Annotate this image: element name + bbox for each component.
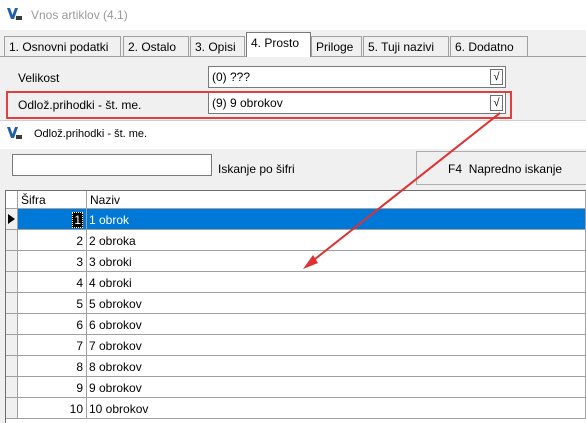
cell-sifra[interactable]: 10: [18, 398, 87, 419]
odloz-combo[interactable]: (9) 9 obrokov √: [208, 92, 506, 114]
cell-sifra[interactable]: 1: [18, 209, 87, 230]
cell-naziv[interactable]: 6 obrokov: [87, 314, 586, 335]
tab-tuji-nazivi[interactable]: 5. Tuji nazivi: [363, 36, 449, 56]
cell-sifra[interactable]: 4: [18, 272, 87, 293]
cell-sifra[interactable]: 8: [18, 356, 87, 377]
row-indicator: [6, 272, 18, 293]
tab-opisi[interactable]: 3. Opisi: [190, 36, 245, 56]
table-row[interactable]: 10 10 obrokov: [6, 398, 586, 419]
cell-naziv[interactable]: 9 obrokov: [87, 377, 586, 398]
cell-sifra-text: 7: [76, 339, 83, 353]
advanced-search-key: F4: [448, 162, 463, 176]
odloz-label: Odlož.prihodki - št. me.: [18, 98, 142, 112]
cell-sifra-text: 10: [69, 402, 83, 416]
checkmark-icon[interactable]: √: [490, 95, 503, 111]
cell-naziv[interactable]: 7 obrokov: [87, 335, 586, 356]
cell-sifra[interactable]: 3: [18, 251, 87, 272]
table-row[interactable]: 7 7 obrokov: [6, 335, 586, 356]
row-indicator: [6, 356, 18, 377]
lookup-title: Odlož.prihodki - št. me.: [34, 128, 148, 140]
velikost-label: Velikost: [18, 71, 60, 85]
cell-naziv[interactable]: 1 obrok: [87, 209, 586, 230]
cell-naziv[interactable]: 2 obroka: [87, 230, 586, 251]
cell-sifra-text: 6: [76, 318, 83, 332]
grid-indicator-header: [6, 191, 18, 209]
row-indicator: [6, 314, 18, 335]
row-indicator: [6, 398, 18, 419]
table-row[interactable]: 3 3 obroki: [6, 251, 586, 272]
row-indicator: [6, 377, 18, 398]
tab-priloge[interactable]: Priloge: [311, 36, 362, 56]
cell-naziv[interactable]: 8 obrokov: [87, 356, 586, 377]
row-indicator: [6, 251, 18, 272]
cell-naziv[interactable]: 5 obrokov: [87, 293, 586, 314]
cell-naziv[interactable]: 10 obrokov: [87, 398, 586, 419]
advanced-search-label: F4 Napredno iskanje: [448, 162, 562, 176]
table-row[interactable]: 9 9 obrokov: [6, 377, 586, 398]
cell-sifra-text: 1: [72, 212, 83, 228]
velikost-value: (0) ???: [212, 70, 251, 84]
table-row[interactable]: 6 6 obrokov: [6, 314, 586, 335]
cell-sifra[interactable]: 7: [18, 335, 87, 356]
row-pointer-icon: [6, 209, 18, 230]
row-indicator: [6, 230, 18, 251]
tab-osnovni-podatki[interactable]: 1. Osnovni podatki: [4, 36, 121, 56]
cell-sifra[interactable]: 9: [18, 377, 87, 398]
cell-sifra-text: 3: [76, 255, 83, 269]
cell-sifra-text: 5: [76, 297, 83, 311]
cell-sifra-text: 2: [76, 234, 83, 248]
cell-sifra-text: 9: [76, 381, 83, 395]
tab-ostalo[interactable]: 2. Ostalo: [123, 36, 189, 56]
checkmark-icon[interactable]: √: [490, 69, 503, 85]
app-logo-icon: [7, 127, 22, 139]
table-row[interactable]: 4 4 obroki: [6, 272, 586, 293]
cell-sifra[interactable]: 2: [18, 230, 87, 251]
cell-sifra[interactable]: 6: [18, 314, 87, 335]
cell-naziv[interactable]: 4 obroki: [87, 272, 586, 293]
search-input[interactable]: [12, 154, 212, 176]
column-header-sifra[interactable]: Šifra: [18, 191, 87, 209]
table-row[interactable]: 5 5 obrokov: [6, 293, 586, 314]
row-indicator: [6, 293, 18, 314]
search-label: Iskanje po šifri: [218, 162, 295, 176]
tab-prosto[interactable]: 4. Prosto: [246, 32, 311, 57]
cell-sifra-text: 8: [76, 360, 83, 374]
cell-sifra[interactable]: 5: [18, 293, 87, 314]
cell-naziv[interactable]: 3 obroki: [87, 251, 586, 272]
table-row[interactable]: 11 obrok: [6, 209, 586, 230]
cell-sifra-text: 4: [76, 276, 83, 290]
odloz-value: (9) 9 obrokov: [212, 96, 283, 110]
column-header-naziv[interactable]: Naziv: [87, 191, 586, 209]
table-row[interactable]: 8 8 obrokov: [6, 356, 586, 377]
row-indicator: [6, 335, 18, 356]
app-logo-icon: [7, 8, 22, 20]
window-title: Vnos artiklov (4.1): [31, 8, 128, 22]
tab-dodatno[interactable]: 6. Dodatno: [450, 36, 528, 56]
table-row[interactable]: 2 2 obroka: [6, 230, 586, 251]
advanced-search-text: Napredno iskanje: [468, 162, 563, 176]
velikost-combo[interactable]: (0) ??? √: [208, 66, 506, 88]
